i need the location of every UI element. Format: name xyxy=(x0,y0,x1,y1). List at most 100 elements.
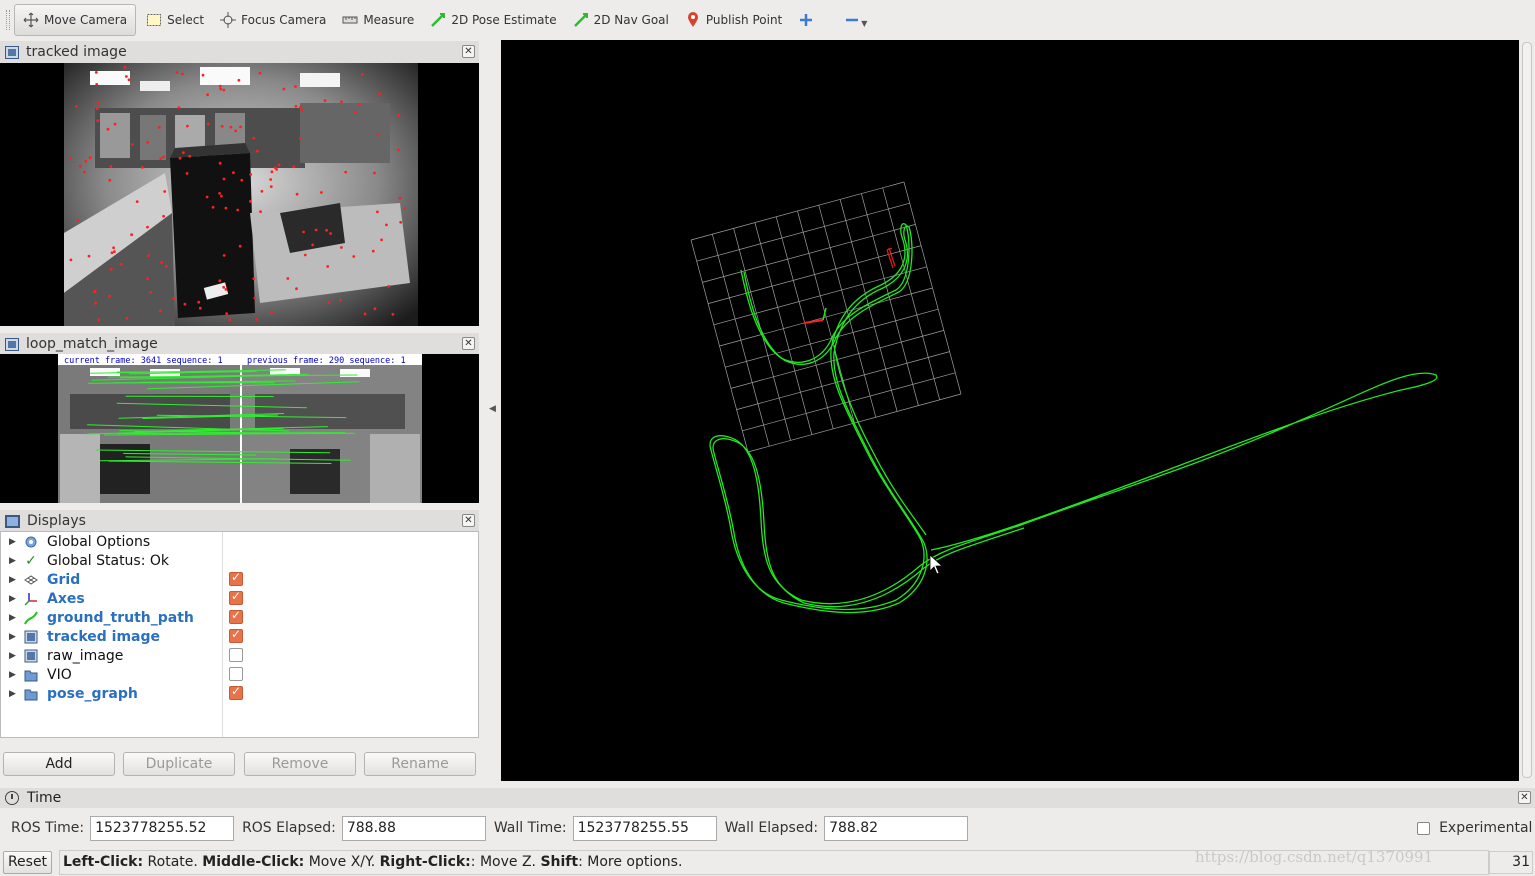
pose-graph-checkbox[interactable] xyxy=(229,684,243,700)
feature-point xyxy=(211,205,215,209)
select-label: Select xyxy=(167,13,205,27)
feature-point xyxy=(84,159,88,163)
right-scrollbar[interactable] xyxy=(1522,42,1532,778)
feature-point xyxy=(371,249,375,253)
select-tool[interactable]: Select xyxy=(138,4,212,36)
feature-point xyxy=(146,225,149,229)
feature-point xyxy=(218,279,222,283)
display-item-global-options[interactable]: ▶ Global Options xyxy=(1,532,478,551)
expand-arrow-icon[interactable]: ▶ xyxy=(9,537,17,547)
feature-point xyxy=(314,228,318,232)
rename-display-button[interactable]: Rename xyxy=(364,752,476,776)
feature-point xyxy=(378,92,381,96)
experimental-checkbox[interactable] xyxy=(1417,821,1431,835)
publish-point-tool[interactable]: Publish Point xyxy=(677,4,790,36)
grid-line xyxy=(882,187,941,400)
feature-point xyxy=(255,318,258,321)
grid-line xyxy=(903,181,962,395)
feature-point xyxy=(185,172,189,175)
close-icon[interactable]: ✕ xyxy=(462,514,475,527)
display-item-global-status[interactable]: ▶ ✓ Global Status: Ok xyxy=(1,551,478,570)
expand-arrow-icon[interactable]: ▶ xyxy=(9,556,17,566)
feature-point xyxy=(106,127,110,131)
image-panel-icon xyxy=(5,337,19,351)
wall-elapsed-field[interactable]: 788.82 xyxy=(824,815,969,841)
fps-counter: 31 fps xyxy=(1489,851,1533,876)
select-icon xyxy=(146,12,162,28)
close-icon[interactable]: ✕ xyxy=(462,45,475,58)
feature-point xyxy=(387,285,391,288)
move-camera-tool[interactable]: Move Camera xyxy=(14,4,137,36)
nav-goal-tool[interactable]: 2D Nav Goal xyxy=(565,4,677,36)
close-icon[interactable]: ✕ xyxy=(1518,791,1531,804)
duplicate-display-button[interactable]: Duplicate xyxy=(123,752,235,776)
feature-point xyxy=(219,87,223,91)
feature-point xyxy=(286,277,290,280)
wall-time-field[interactable]: 1523778255.55 xyxy=(572,815,717,841)
pose-estimate-tool[interactable]: 2D Pose Estimate xyxy=(422,4,564,36)
feature-point xyxy=(222,254,226,257)
feature-point xyxy=(172,297,176,300)
feature-point xyxy=(220,194,223,198)
hint-more: : More options. xyxy=(578,854,683,870)
feature-point xyxy=(220,124,224,128)
feature-point xyxy=(253,296,257,300)
toolbar: Move Camera Select Focus Camera Measure … xyxy=(0,0,1535,40)
feature-point xyxy=(206,93,210,97)
feature-point xyxy=(198,306,202,310)
axes-checkbox[interactable] xyxy=(229,589,243,605)
hint-rotate: Rotate. xyxy=(143,854,203,870)
close-icon[interactable]: ✕ xyxy=(462,337,475,350)
feature-point xyxy=(96,101,100,105)
feature-point xyxy=(269,178,273,181)
feature-point xyxy=(135,200,139,204)
ground-truth-path-checkbox[interactable] xyxy=(229,608,243,624)
feature-point xyxy=(329,232,332,235)
feature-point xyxy=(277,163,281,167)
reset-button[interactable]: Reset xyxy=(3,851,52,874)
expand-arrow-icon[interactable]: ▶ xyxy=(9,594,17,604)
raw-image-checkbox[interactable] xyxy=(229,648,243,662)
focus-camera-tool[interactable]: Focus Camera xyxy=(212,4,334,36)
add-tool-button[interactable] xyxy=(790,4,822,36)
displays-title: Displays xyxy=(27,513,86,529)
loop-match-frame: current frame: 3641 sequence: 1 previous… xyxy=(58,354,422,503)
current-frame-text: current frame: 3641 sequence: 1 xyxy=(64,356,223,366)
display-label: tracked image xyxy=(47,628,161,645)
3d-render-viewport[interactable] xyxy=(501,40,1519,781)
watermark-text: https://blog.csdn.net/q1370991 xyxy=(1195,848,1434,866)
display-label: pose_graph xyxy=(47,685,138,702)
expand-arrow-icon[interactable]: ▶ xyxy=(9,689,17,699)
minus-icon xyxy=(844,12,860,28)
feature-point xyxy=(149,291,153,294)
ros-time-field[interactable]: 1523778255.52 xyxy=(90,815,235,841)
tracked-image-checkbox[interactable] xyxy=(229,627,243,643)
feature-point xyxy=(109,267,113,271)
feature-point xyxy=(76,218,80,222)
expand-arrow-icon[interactable]: ▶ xyxy=(9,670,17,680)
feature-point xyxy=(294,104,298,108)
toolbar-grip[interactable] xyxy=(6,10,10,30)
expand-arrow-icon[interactable]: ▶ xyxy=(9,651,17,661)
expand-arrow-icon[interactable]: ▶ xyxy=(9,613,17,623)
feature-point xyxy=(222,88,226,92)
feature-point xyxy=(397,113,401,117)
feature-point xyxy=(363,312,367,316)
feature-point xyxy=(147,254,151,258)
remove-tool-button[interactable]: ▼ xyxy=(836,4,875,36)
grid-checkbox[interactable] xyxy=(229,570,243,586)
add-display-button[interactable]: Add xyxy=(3,752,115,776)
3d-scene[interactable] xyxy=(501,40,1519,781)
vio-checkbox[interactable] xyxy=(229,667,243,681)
display-label: Global Status: Ok xyxy=(47,552,170,569)
expand-arrow-icon[interactable]: ▶ xyxy=(9,575,17,585)
ros-elapsed-field[interactable]: 788.88 xyxy=(341,815,486,841)
collapse-left-panel-icon[interactable]: ◀ xyxy=(489,404,496,414)
remove-display-button[interactable]: Remove xyxy=(244,752,356,776)
feature-point xyxy=(225,312,229,315)
feature-point xyxy=(239,125,242,129)
feature-point xyxy=(273,166,277,170)
feature-point xyxy=(270,170,274,174)
measure-tool[interactable]: Measure xyxy=(334,4,422,36)
expand-arrow-icon[interactable]: ▶ xyxy=(9,632,17,642)
